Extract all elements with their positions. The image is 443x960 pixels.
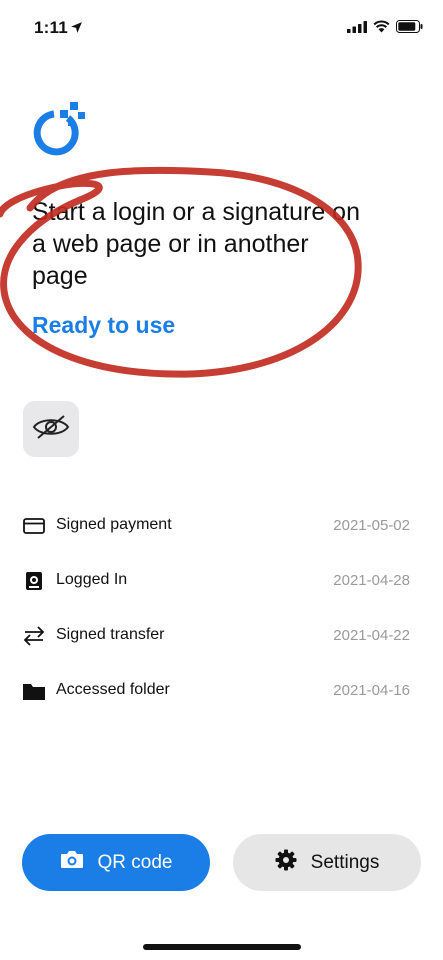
- qr-code-button-label: QR code: [97, 851, 173, 873]
- wifi-icon: [373, 20, 390, 38]
- status-text: Ready to use: [32, 312, 176, 338]
- status-time: 1:11: [34, 18, 68, 37]
- activity-date: 2021-04-28: [333, 572, 410, 589]
- activity-row[interactable]: Accessed folder 2021-04-16: [0, 663, 443, 719]
- home-indicator[interactable]: [143, 944, 301, 950]
- headline: Start a login or a signature on a web pa…: [32, 198, 360, 290]
- signal-icon: [347, 20, 367, 38]
- status-bar: 1:11: [0, 0, 443, 56]
- activity-row[interactable]: Signed transfer 2021-04-22: [0, 608, 443, 664]
- eye-slash-icon: [32, 413, 70, 446]
- activity-label: Signed transfer: [56, 626, 165, 643]
- folder-icon: [22, 679, 46, 703]
- activity-label: Signed payment: [56, 516, 172, 533]
- activity-date: 2021-05-02: [333, 517, 410, 534]
- app-logo-icon: [28, 100, 90, 161]
- id-badge-icon: [22, 569, 46, 593]
- card-icon: [22, 514, 46, 538]
- qr-code-button[interactable]: QR code: [22, 834, 210, 891]
- activity-date: 2021-04-22: [333, 627, 410, 644]
- activity-date: 2021-04-16: [333, 682, 410, 699]
- gear-icon: [275, 849, 297, 877]
- activity-row[interactable]: Signed payment 2021-05-02: [0, 498, 443, 554]
- location-arrow-icon: [70, 21, 83, 39]
- activity-row[interactable]: Logged In 2021-04-28: [0, 553, 443, 609]
- settings-button[interactable]: Settings: [233, 834, 421, 891]
- transfer-arrows-icon: [22, 624, 46, 648]
- battery-icon: [396, 20, 423, 38]
- visibility-toggle-button[interactable]: [23, 401, 79, 457]
- activity-label: Logged In: [56, 571, 128, 588]
- camera-icon: [60, 850, 84, 875]
- activity-label: Accessed folder: [56, 681, 170, 698]
- settings-button-label: Settings: [310, 851, 380, 873]
